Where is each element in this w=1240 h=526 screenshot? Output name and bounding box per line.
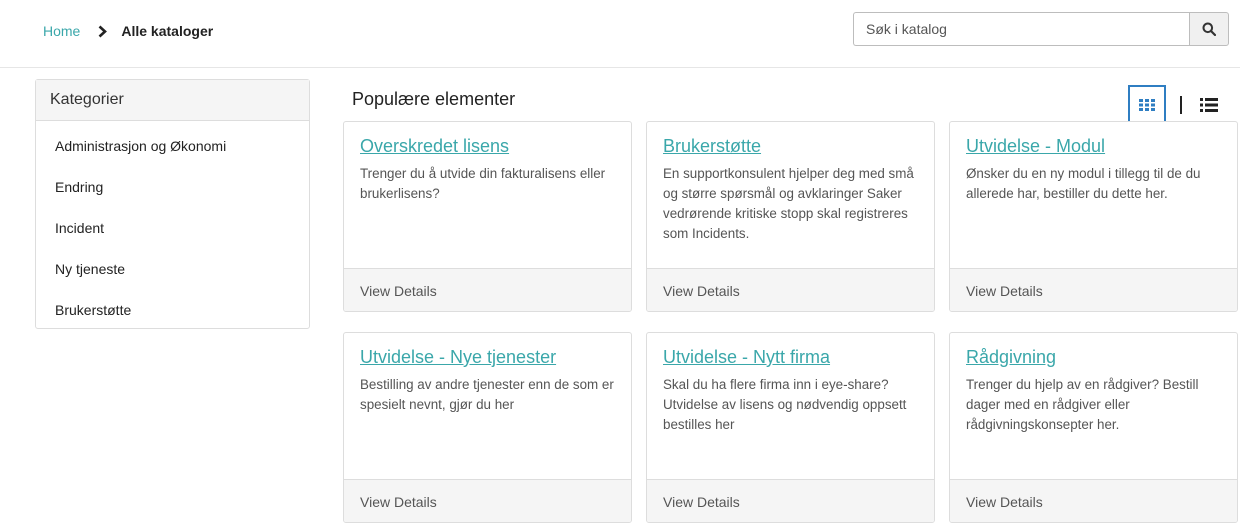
card-title-link[interactable]: Rådgivning (966, 347, 1221, 368)
list-view-button[interactable] (1200, 98, 1218, 112)
view-details-button[interactable]: View Details (647, 268, 934, 311)
view-details-button[interactable]: View Details (950, 479, 1237, 522)
view-toggle-divider (1180, 96, 1182, 114)
card-body: Utvidelse - Modul Ønsker du en ny modul … (950, 122, 1237, 268)
sidebar-item-incident[interactable]: Incident (36, 207, 309, 248)
card-title-link[interactable]: Overskredet lisens (360, 136, 615, 157)
sidebar-item-brukerstotte[interactable]: Brukerstøtte (36, 289, 309, 330)
list-view-icon (1200, 98, 1218, 112)
top-bar: Home Alle kataloger (0, 0, 1240, 68)
catalog-card: Rådgivning Trenger du hjelp av en rådgiv… (949, 332, 1238, 523)
section-title: Populære elementer (352, 89, 516, 109)
catalog-search (853, 12, 1229, 46)
card-description: En supportkonsulent hjelper deg med små … (663, 166, 914, 241)
view-details-button[interactable]: View Details (344, 479, 631, 522)
view-toggles (1128, 85, 1218, 125)
card-body: Utvidelse - Nye tjenester Bestilling av … (344, 333, 631, 479)
search-icon (1202, 22, 1216, 36)
breadcrumb-home-link[interactable]: Home (43, 23, 80, 39)
catalog-card: Utvidelse - Modul Ønsker du en ny modul … (949, 121, 1238, 312)
card-body: Overskredet lisens Trenger du å utvide d… (344, 122, 631, 268)
chevron-right-icon (98, 25, 108, 38)
search-button[interactable] (1189, 12, 1229, 46)
card-title-link[interactable]: Utvidelse - Nye tjenester (360, 347, 615, 368)
sidebar-item-endring[interactable]: Endring (36, 166, 309, 207)
card-description: Trenger du å utvide din fakturalisens el… (360, 166, 606, 201)
grid-view-button[interactable] (1128, 85, 1166, 125)
card-description: Bestilling av andre tjenester enn de som… (360, 377, 614, 412)
card-body: Utvidelse - Nytt firma Skal du ha flere … (647, 333, 934, 479)
view-details-button[interactable]: View Details (344, 268, 631, 311)
breadcrumb-current: Alle kataloger (121, 23, 214, 39)
sidebar-item-administrasjon-og-okonomi[interactable]: Administrasjon og Økonomi (36, 125, 309, 166)
view-details-button[interactable]: View Details (950, 268, 1237, 311)
categories-list: Administrasjon og Økonomi Endring Incide… (36, 121, 309, 330)
catalog-card: Utvidelse - Nye tjenester Bestilling av … (343, 332, 632, 523)
card-title-link[interactable]: Brukerstøtte (663, 136, 918, 157)
sidebar-item-ny-tjeneste[interactable]: Ny tjeneste (36, 248, 309, 289)
card-body: Brukerstøtte En supportkonsulent hjelper… (647, 122, 934, 268)
card-description: Trenger du hjelp av en rådgiver? Bestill… (966, 377, 1199, 432)
card-description: Ønsker du en ny modul i tillegg til de d… (966, 166, 1201, 201)
card-description: Skal du ha flere firma inn i eye-share? … (663, 377, 907, 432)
catalog-card: Overskredet lisens Trenger du å utvide d… (343, 121, 632, 312)
catalog-card: Utvidelse - Nytt firma Skal du ha flere … (646, 332, 935, 523)
grid-view-icon (1139, 99, 1155, 111)
card-title-link[interactable]: Utvidelse - Nytt firma (663, 347, 918, 368)
card-title-link[interactable]: Utvidelse - Modul (966, 136, 1221, 157)
categories-panel: Kategorier Administrasjon og Økonomi End… (35, 79, 310, 329)
breadcrumb: Home Alle kataloger (43, 23, 213, 39)
view-details-button[interactable]: View Details (647, 479, 934, 522)
card-body: Rådgivning Trenger du hjelp av en rådgiv… (950, 333, 1237, 479)
search-input[interactable] (853, 12, 1189, 46)
catalog-card: Brukerstøtte En supportkonsulent hjelper… (646, 121, 935, 312)
categories-header: Kategorier (36, 80, 309, 121)
